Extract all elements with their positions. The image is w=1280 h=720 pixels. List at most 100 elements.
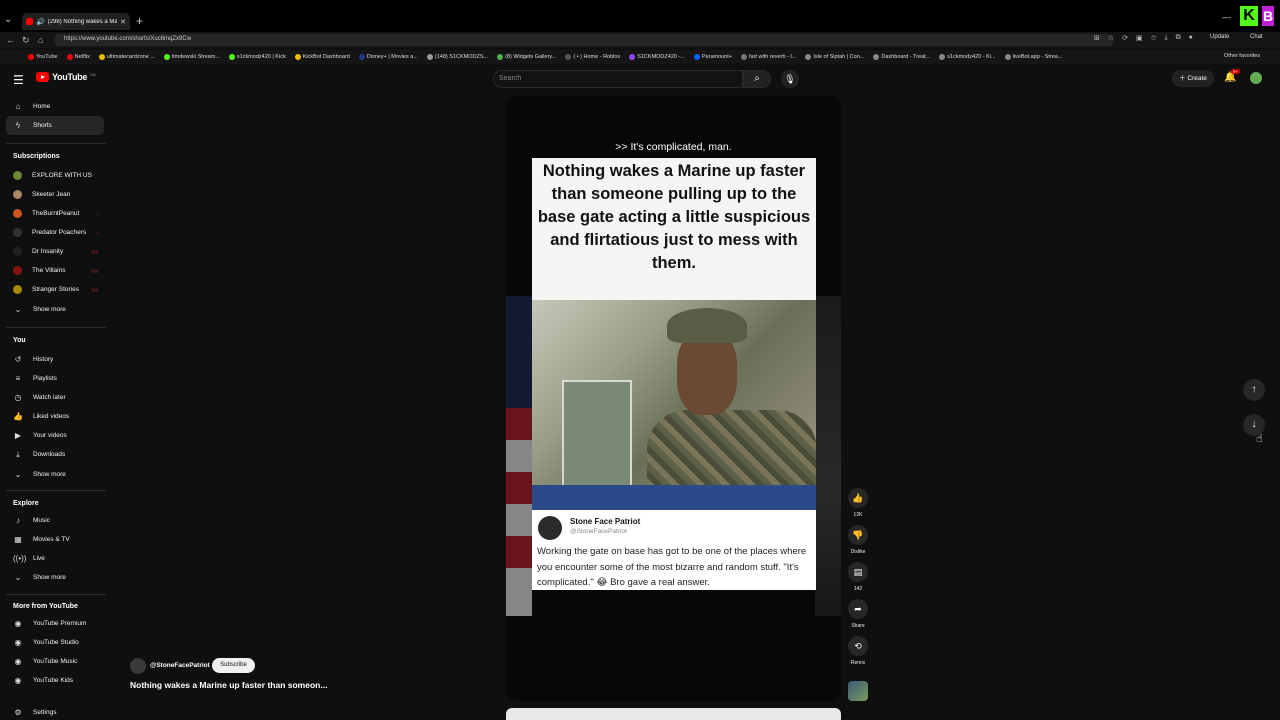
home-icon: ⌂ — [15, 102, 21, 111]
short-video-player[interactable]: >> It's complicated, man. Nothing wakes … — [506, 96, 841, 701]
bookmark-item[interactable]: s1ckmodz420 - Ki... — [939, 54, 996, 60]
sidebar-item-more[interactable]: ◉ YouTube Kids — [6, 671, 104, 690]
sidebar-item-more[interactable]: ◉ YouTube Premium — [6, 614, 104, 633]
sidebar-item-you[interactable]: ▶ Your videos — [6, 426, 104, 445]
bookmark-item[interactable]: ( • ) Home - Roblox — [565, 54, 620, 60]
sidebar-item-you[interactable]: ⤓ Downloads — [6, 445, 104, 464]
other-favorites[interactable]: Other favorites — [1224, 53, 1260, 59]
sidebar-item-you[interactable]: ◷ Watch later — [6, 388, 104, 407]
dislike-action[interactable]: 👎 Dislike — [848, 525, 868, 555]
dislike-icon[interactable]: 👎 — [848, 525, 868, 545]
subscriptions-heading[interactable]: Subscriptions — [13, 153, 60, 160]
favorite-star-icon[interactable]: ☆ — [1108, 34, 1114, 42]
chat-button[interactable]: Chat — [1250, 34, 1263, 40]
more-from-youtube-heading[interactable]: More from YouTube — [13, 603, 78, 610]
next-short-preview[interactable] — [506, 708, 841, 720]
bookmark-item[interactable]: KickBot Dashboard — [294, 54, 350, 60]
split-screen-icon[interactable]: ▣ — [1136, 34, 1143, 42]
bookmark-item[interactable]: Dashboard - Treat... — [873, 54, 930, 60]
url-input[interactable]: https://www.youtube.com/shorts/Xuc6mqZx9… — [54, 34, 1114, 46]
sidebar-item-explore[interactable]: ▦ Movies & TV — [6, 530, 104, 549]
search-icon[interactable]: ⌕ — [743, 70, 771, 88]
youtube-logo[interactable]: YouTube CA — [36, 72, 96, 82]
channel-avatar[interactable] — [130, 658, 146, 674]
sidebar-item-you[interactable]: 👍 Liked videos — [6, 407, 104, 426]
comments-action[interactable]: ▤ 142 — [848, 562, 868, 592]
create-button[interactable]: ＋ Create — [1172, 70, 1214, 87]
download-icon[interactable]: ⤓ — [1165, 34, 1168, 42]
home-browser-icon[interactable]: ⌂ — [38, 35, 43, 45]
sidebar-item-subscription[interactable]: Predator Poachers • — [6, 223, 104, 242]
sidebar-item-more[interactable]: ◉ YouTube Music — [6, 652, 104, 671]
bookmark-favicon-icon — [426, 54, 433, 60]
collections-icon[interactable]: ⧉ — [1176, 34, 1181, 42]
account-avatar[interactable] — [1250, 72, 1262, 84]
new-tab-button[interactable]: + — [136, 14, 143, 28]
back-icon[interactable]: ← — [6, 35, 15, 45]
like-action[interactable]: 👍 12K — [848, 488, 868, 518]
show-more-subscriptions[interactable]: ⌄ Show more — [6, 300, 104, 319]
bookmark-item[interactable]: s1ckmodz420 | Kick — [228, 54, 286, 60]
notification-badge: 9+ — [1231, 69, 1240, 74]
subscribe-button[interactable]: Subscribe — [212, 658, 255, 673]
bookmark-item[interactable]: Disney+ | Movies a... — [358, 54, 418, 60]
channel-name[interactable]: @StoneFacePatriot — [150, 662, 210, 669]
sidebar-item-more[interactable]: ◉ YouTube Studio — [6, 633, 104, 652]
sidebar-item-home[interactable]: ⌂ Home — [6, 97, 104, 116]
sidebar-item-subscription[interactable]: Skeeter Jean — [6, 185, 104, 204]
browser-tab-active[interactable]: 🔊 (298) Nothing wakes a Marine ✕ — [22, 13, 130, 30]
share-action[interactable]: ➦ Share — [848, 599, 868, 629]
reload-icon[interactable]: ↻ — [22, 35, 30, 46]
bookmark-item[interactable]: S1CKMODZ420 -... — [629, 54, 685, 60]
watch-later-icon: ◷ — [14, 393, 22, 402]
hamburger-menu-icon[interactable]: ☰ — [13, 73, 24, 87]
remix-action[interactable]: ⟲ Remix — [848, 636, 868, 666]
you-heading[interactable]: You — [13, 337, 26, 344]
bookmark-item[interactable]: Paramount+ — [693, 54, 732, 60]
sidebar-item-shorts[interactable]: ϟ Shorts — [6, 116, 104, 135]
sidebar-item-subscription[interactable]: TheBurntPeanut • — [6, 204, 104, 223]
notifications-bell-icon[interactable]: 🔔 9+ — [1224, 69, 1240, 83]
share-icon[interactable]: ➦ — [848, 599, 868, 619]
sidebar-item-subscription[interactable]: EXPLORE WITH US — [6, 166, 104, 185]
bookmark-item[interactable]: ultimatecardzone ... — [98, 54, 155, 60]
remix-icon[interactable]: ⟲ — [848, 636, 868, 656]
profile-icon[interactable]: ● — [1189, 34, 1193, 42]
favorites-icon[interactable]: ✩ — [1151, 34, 1157, 42]
bookmark-item[interactable]: liveBot.app - Strea... — [1004, 54, 1062, 60]
sidebar-item-you[interactable]: ↺ History — [6, 350, 104, 369]
sidebar-item-explore[interactable]: ♪ Music — [6, 511, 104, 530]
tab-close-icon[interactable]: ✕ — [120, 18, 126, 26]
update-button[interactable]: Update — [1210, 34, 1229, 40]
search-input[interactable]: Search — [493, 70, 743, 88]
bookmark-item[interactable]: timdewski Stream... — [163, 54, 220, 60]
tab-search-dropdown-icon[interactable]: ⌄ — [4, 14, 16, 26]
show-more-you[interactable]: ⌄ Show more — [6, 465, 104, 484]
refresh-extension-icon[interactable]: ⟳ — [1122, 34, 1128, 42]
bookmark-item[interactable]: Netflix — [66, 54, 90, 60]
sidebar-item-subscription[interactable]: The Villains ((•)) — [6, 261, 104, 280]
sidebar-item-settings[interactable]: ⚙ Settings — [6, 703, 104, 720]
bookmark-item[interactable]: Isle of Siptah | Con... — [805, 54, 864, 60]
short-title[interactable]: Nothing wakes a Marine up faster than so… — [130, 680, 327, 690]
sidebar-divider — [6, 327, 106, 328]
bookmark-item[interactable]: (148) S1CKMODZS... — [426, 54, 488, 60]
sidebar-item-subscription[interactable]: Dr Insanity ((•)) — [6, 242, 104, 261]
create-label: Create — [1187, 75, 1207, 82]
previous-short-arrow-icon[interactable]: ↑ — [1243, 379, 1265, 401]
extension-icon[interactable]: ⊞ — [1094, 34, 1100, 42]
window-minimize-button[interactable]: — — [1222, 12, 1231, 22]
microphone-icon[interactable]: 🎙 — [781, 70, 799, 88]
like-icon[interactable]: 👍 — [848, 488, 868, 508]
explore-heading[interactable]: Explore — [13, 500, 39, 507]
speaker-icon[interactable]: 🔊 — [36, 18, 45, 26]
bookmark-item[interactable]: fart with reverb - I... — [741, 54, 796, 60]
comments-icon[interactable]: ▤ — [848, 562, 868, 582]
show-more-explore[interactable]: ⌄ Show more — [6, 568, 104, 587]
bookmark-item[interactable]: (8) Widgets Gallery... — [497, 54, 556, 60]
audio-thumbnail[interactable] — [848, 681, 868, 701]
sidebar-item-subscription[interactable]: Stranger Stories ((•)) — [6, 280, 104, 299]
sidebar-item-you[interactable]: ≡ Playlists — [6, 369, 104, 388]
bookmark-item[interactable]: YouTube — [28, 54, 58, 60]
sidebar-item-explore[interactable]: ((•)) Live — [6, 549, 104, 568]
